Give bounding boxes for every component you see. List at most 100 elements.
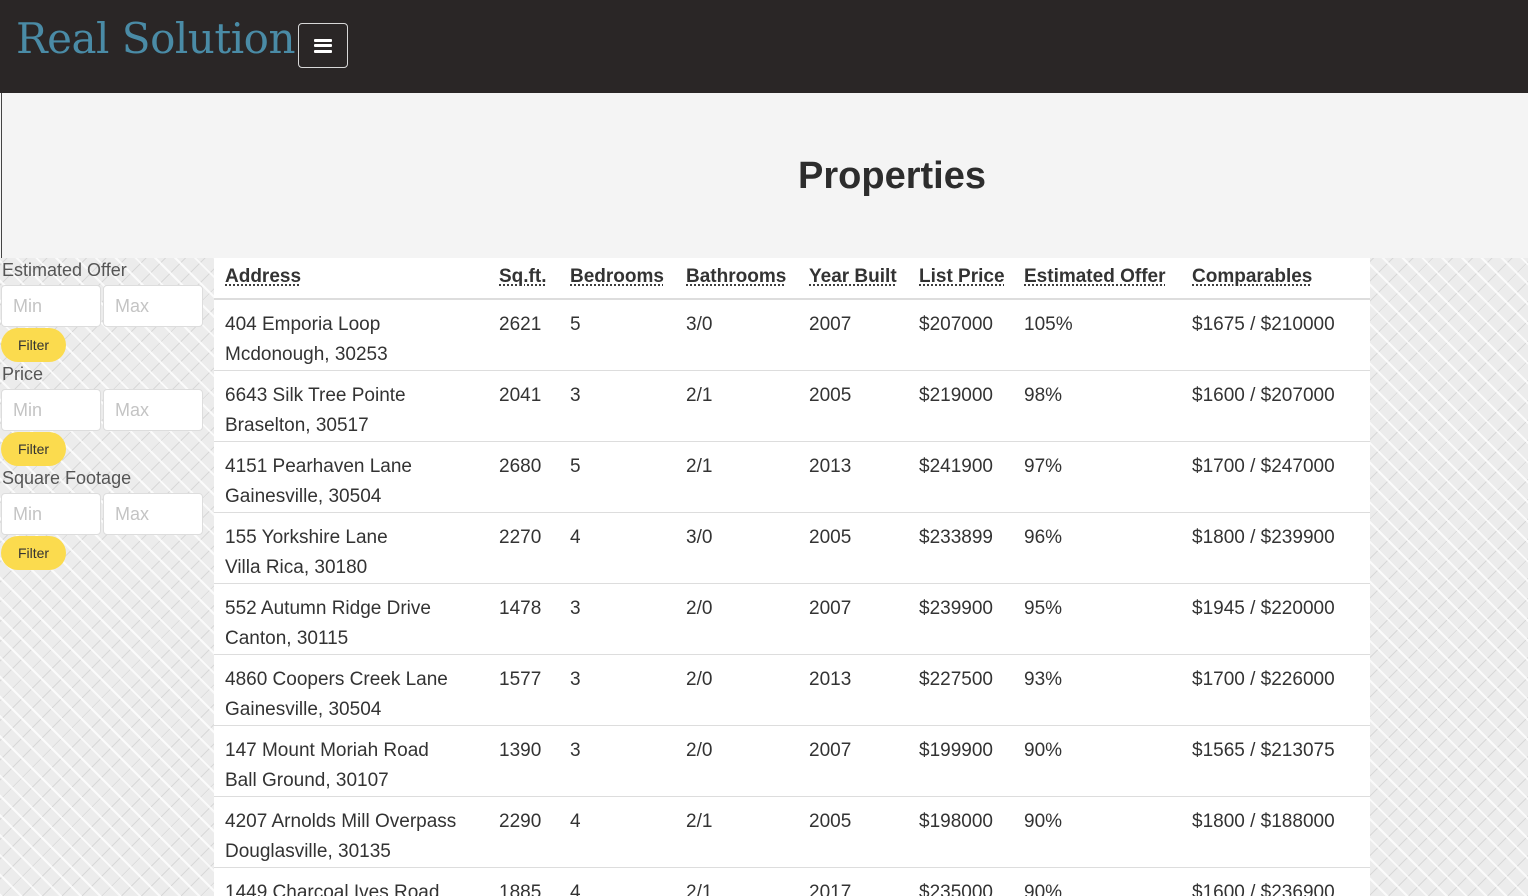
cell-address: 1449 Charcoal Ives Road [214, 868, 499, 896]
column-header-comparables[interactable]: Comparables [1192, 258, 1370, 299]
cell-estimated-offer: 90% [1024, 811, 1063, 832]
cell-bedrooms: 3 [570, 598, 581, 619]
estimated-offer-min-input[interactable] [1, 285, 101, 327]
cell-year-built: 2005 [809, 811, 852, 832]
cell-address: 147 Mount Moriah Road Ball Ground, 30107 [214, 726, 499, 797]
price-filter-button[interactable]: Filter [1, 432, 66, 466]
cell-sqft: 1478 [499, 598, 542, 619]
column-header-bathrooms[interactable]: Bathrooms [686, 258, 809, 299]
cell-sqft: 2290 [499, 811, 542, 832]
filter-estimated-offer: Estimated Offer Filter [0, 258, 210, 362]
cell-bedrooms: 3 [570, 740, 581, 761]
address-street: 4207 Arnolds Mill Overpass [225, 811, 457, 832]
cell-sqft: 2041 [499, 385, 542, 406]
cell-estimated-offer: 96% [1024, 527, 1063, 548]
address-city: Gainesville, 30504 [225, 486, 382, 507]
cell-list-price: $198000 [919, 811, 993, 832]
cell-bathrooms: 2/1 [686, 456, 713, 477]
address-street: 147 Mount Moriah Road [225, 740, 429, 761]
address-street: 552 Autumn Ridge Drive [225, 598, 431, 619]
table-row[interactable]: 147 Mount Moriah Road Ball Ground, 30107 1… [214, 726, 1370, 797]
filter-label: Estimated Offer [2, 260, 127, 280]
cell-estimated-offer: 93% [1024, 669, 1063, 690]
column-header-estimated-offer[interactable]: Estimated Offer [1024, 258, 1192, 299]
cell-bedrooms: 5 [570, 314, 581, 335]
price-min-input[interactable] [1, 389, 101, 431]
table-header-row: Address Sq.ft. Bedrooms Bathrooms Year B… [214, 258, 1370, 299]
cell-comparables: $1600 / $207000 [1192, 385, 1335, 406]
cell-address: 552 Autumn Ridge Drive Canton, 30115 [214, 584, 499, 655]
address-street: 404 Emporia Loop [225, 314, 381, 335]
cell-bathrooms: 2/0 [686, 598, 713, 619]
cell-comparables: $1800 / $188000 [1192, 811, 1335, 832]
address-city: Braselton, 30517 [225, 415, 369, 436]
cell-comparables: $1800 / $239900 [1192, 527, 1335, 548]
cell-bathrooms: 3/0 [686, 527, 713, 548]
table-row[interactable]: 1449 Charcoal Ives Road 1885 4 2/1 2017 $2350… [214, 868, 1370, 896]
cell-comparables: $1945 / $220000 [1192, 598, 1335, 619]
column-header-sqft[interactable]: Sq.ft. [499, 258, 570, 299]
cell-estimated-offer: 98% [1024, 385, 1063, 406]
cell-sqft: 1885 [499, 882, 542, 896]
table-row[interactable]: 4207 Arnolds Mill Overpass Douglasville, … [214, 797, 1370, 868]
table-row[interactable]: 6643 Silk Tree Pointe Braselton, 30517 204… [214, 371, 1370, 442]
column-header-bedrooms[interactable]: Bedrooms [570, 258, 686, 299]
square-footage-filter-button[interactable]: Filter [1, 536, 66, 570]
cell-sqft: 1390 [499, 740, 542, 761]
table-row[interactable]: 155 Yorkshire Lane Villa Rica, 30180 2270 4… [214, 513, 1370, 584]
table-row[interactable]: 4860 Coopers Creek Lane Gainesville, 3050… [214, 655, 1370, 726]
cell-year-built: 2005 [809, 385, 852, 406]
cell-address: 404 Emporia Loop Mcdonough, 30253 [214, 299, 499, 371]
cell-bedrooms: 3 [570, 669, 581, 690]
cell-year-built: 2017 [809, 882, 852, 896]
cell-bathrooms: 2/1 [686, 385, 713, 406]
cell-comparables: $1600 / $236900 [1192, 882, 1335, 896]
square-footage-min-input[interactable] [1, 493, 101, 535]
hamburger-icon [314, 38, 332, 53]
address-city: Douglasville, 30135 [225, 841, 391, 862]
table-row[interactable]: 4151 Pearhaven Lane Gainesville, 30504 268… [214, 442, 1370, 513]
cell-list-price: $219000 [919, 385, 993, 406]
table-row[interactable]: 552 Autumn Ridge Drive Canton, 30115 1478 3… [214, 584, 1370, 655]
cell-bedrooms: 4 [570, 882, 581, 896]
brand-logo[interactable]: Real Solution [16, 18, 296, 60]
price-max-input[interactable] [103, 389, 203, 431]
filter-square-footage: Square Footage Filter [0, 466, 210, 570]
cell-sqft: 2621 [499, 314, 542, 335]
cell-bathrooms: 2/0 [686, 669, 713, 690]
cell-estimated-offer: 95% [1024, 598, 1063, 619]
estimated-offer-filter-button[interactable]: Filter [1, 328, 66, 362]
cell-bathrooms: 2/1 [686, 811, 713, 832]
cell-year-built: 2007 [809, 740, 852, 761]
filter-price: Price Filter [0, 362, 210, 466]
filter-sidebar: Estimated Offer Filter Price Filter Squa… [0, 258, 210, 570]
cell-list-price: $239900 [919, 598, 993, 619]
cell-list-price: $207000 [919, 314, 993, 335]
address-street: 4860 Coopers Creek Lane [225, 669, 448, 690]
cell-address: 4207 Arnolds Mill Overpass Douglasville, … [214, 797, 499, 868]
column-header-address[interactable]: Address [214, 258, 499, 299]
cell-sqft: 1577 [499, 669, 542, 690]
column-header-list-price[interactable]: List Price [919, 258, 1024, 299]
cell-bedrooms: 4 [570, 527, 581, 548]
cell-bedrooms: 4 [570, 811, 581, 832]
cell-year-built: 2007 [809, 314, 852, 335]
cell-bathrooms: 2/0 [686, 740, 713, 761]
cell-year-built: 2013 [809, 669, 852, 690]
menu-toggle-button[interactable] [298, 23, 348, 68]
address-street: 4151 Pearhaven Lane [225, 456, 412, 477]
cell-bedrooms: 5 [570, 456, 581, 477]
column-header-year-built[interactable]: Year Built [809, 258, 919, 299]
square-footage-max-input[interactable] [103, 493, 203, 535]
page-title: Properties [798, 155, 986, 197]
properties-table-container: Address Sq.ft. Bedrooms Bathrooms Year B… [214, 258, 1370, 896]
cell-list-price: $241900 [919, 456, 993, 477]
cell-year-built: 2005 [809, 527, 852, 548]
cell-sqft: 2270 [499, 527, 542, 548]
cell-estimated-offer: 105% [1024, 314, 1073, 335]
table-row[interactable]: 404 Emporia Loop Mcdonough, 30253 2621 5 3/0… [214, 299, 1370, 371]
estimated-offer-max-input[interactable] [103, 285, 203, 327]
cell-list-price: $235000 [919, 882, 993, 896]
filter-label: Price [2, 364, 44, 384]
cell-bathrooms: 2/1 [686, 882, 713, 896]
